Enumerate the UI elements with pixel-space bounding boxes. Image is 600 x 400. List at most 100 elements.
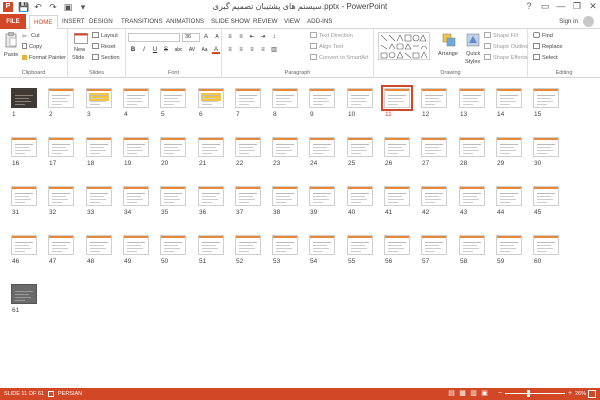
tab-slideshow[interactable]: SLIDE SHOW	[211, 16, 250, 27]
slide-thumbnail[interactable]	[48, 235, 74, 255]
align-text-button[interactable]: Align Text	[310, 43, 343, 51]
justify-icon[interactable]: ≡	[259, 46, 267, 54]
slide-thumbnail[interactable]	[86, 137, 112, 157]
slide-thumbnail[interactable]	[48, 186, 74, 206]
slide-thumbnail[interactable]	[459, 137, 485, 157]
slide-thumbnail[interactable]	[86, 88, 112, 108]
slide-thumbnail[interactable]	[272, 88, 298, 108]
slide-thumbnail[interactable]	[533, 88, 559, 108]
numbering-icon[interactable]: ≡	[237, 33, 245, 41]
slideshow-view-icon[interactable]: ▣	[481, 388, 488, 400]
avatar[interactable]	[583, 16, 594, 27]
slide-sorter-view-icon[interactable]: ▦	[459, 388, 466, 400]
paste-icon[interactable]	[5, 32, 17, 48]
font-size-combo[interactable]: 36	[182, 33, 200, 42]
copy-button[interactable]: Copy	[22, 43, 42, 51]
decrease-indent-icon[interactable]: ⇤	[248, 33, 256, 41]
tab-animations[interactable]: ANIMATIONS	[166, 16, 204, 27]
line-spacing-icon[interactable]: ↕	[270, 33, 278, 41]
slide-thumbnail[interactable]	[496, 137, 522, 157]
slide-thumbnail[interactable]	[496, 235, 522, 255]
columns-icon[interactable]: ▥	[270, 46, 278, 54]
replace-button[interactable]: Replace	[533, 43, 563, 51]
slide-thumbnail[interactable]	[198, 235, 224, 255]
tab-design[interactable]: DESIGN	[89, 16, 113, 27]
slide-thumbnail[interactable]	[48, 88, 74, 108]
align-left-icon[interactable]: ≡	[226, 46, 234, 54]
tab-transitions[interactable]: TRANSITIONS	[121, 16, 163, 27]
format-painter-button[interactable]: Format Painter	[22, 54, 66, 62]
select-button[interactable]: Select	[533, 54, 558, 62]
sign-in-link[interactable]: Sign in	[559, 16, 578, 27]
zoom-slider[interactable]	[505, 393, 565, 394]
align-center-icon[interactable]: ≡	[237, 46, 245, 54]
slide-thumbnail[interactable]	[272, 186, 298, 206]
tab-insert[interactable]: INSERT	[62, 16, 85, 27]
slide-thumbnail[interactable]	[123, 137, 149, 157]
slide-thumbnail[interactable]	[384, 137, 410, 157]
bold-button[interactable]: B	[129, 46, 137, 54]
slide-thumbnail[interactable]	[198, 186, 224, 206]
slide-thumbnail[interactable]	[272, 235, 298, 255]
new-slide-label-2[interactable]: Slide	[72, 54, 84, 62]
bullets-icon[interactable]: ≡	[226, 33, 234, 41]
slide-thumbnail[interactable]	[496, 186, 522, 206]
tab-view[interactable]: VIEW	[284, 16, 300, 27]
slide-thumbnail[interactable]	[48, 137, 74, 157]
new-slide-icon[interactable]	[74, 32, 88, 44]
slide-thumbnail[interactable]	[235, 186, 261, 206]
zoom-slider-thumb[interactable]	[527, 390, 530, 397]
quick-styles-label-2[interactable]: Styles	[465, 58, 480, 66]
shape-outline-button[interactable]: Shape Outline	[484, 43, 528, 51]
zoom-out-button[interactable]: −	[498, 388, 502, 400]
slide-thumbnail[interactable]	[309, 186, 335, 206]
slide-thumbnail[interactable]	[381, 85, 413, 111]
slide-sorter[interactable]: 1 2 3 4 5 6 7 8 9 10 11 12 13 14 15 16 17 18 19 20 21 22 23 24 2…	[0, 78, 600, 388]
slide-thumbnail[interactable]	[198, 88, 224, 108]
shapes-gallery[interactable]	[378, 32, 430, 60]
slide-thumbnail[interactable]	[123, 88, 149, 108]
slide-thumbnail[interactable]	[235, 137, 261, 157]
slide-thumbnail[interactable]	[235, 235, 261, 255]
slide-thumbnail[interactable]	[86, 186, 112, 206]
find-button[interactable]: Find	[533, 32, 553, 40]
fit-to-window-icon[interactable]	[588, 390, 596, 398]
slide-thumbnail[interactable]	[160, 235, 186, 255]
italic-button[interactable]: I	[140, 46, 148, 54]
slide-thumbnail[interactable]	[309, 88, 335, 108]
strikethrough-button[interactable]: S	[162, 46, 170, 54]
language-indicator[interactable]: PERSIAN	[58, 388, 82, 400]
reading-view-icon[interactable]: ▥	[470, 388, 477, 400]
slide-thumbnail[interactable]	[11, 284, 37, 304]
quick-styles-label[interactable]: Quick	[466, 50, 480, 58]
ribbon-display-icon[interactable]: ▭	[540, 0, 550, 13]
shape-effects-button[interactable]: Shape Effects	[484, 54, 528, 62]
tab-addins[interactable]: ADD-INS	[307, 16, 332, 27]
slide-thumbnail[interactable]	[11, 88, 37, 108]
slide-thumbnail[interactable]	[421, 88, 447, 108]
slide-thumbnail[interactable]	[160, 88, 186, 108]
slide-thumbnail[interactable]	[421, 186, 447, 206]
slide-thumbnail[interactable]	[347, 137, 373, 157]
slide-thumbnail[interactable]	[533, 186, 559, 206]
arrange-icon[interactable]	[442, 33, 456, 47]
slide-thumbnail[interactable]	[384, 235, 410, 255]
slide-thumbnail[interactable]	[347, 186, 373, 206]
slide-thumbnail[interactable]	[384, 186, 410, 206]
shrink-font-icon[interactable]: A	[213, 33, 221, 41]
slide-thumbnail[interactable]	[533, 235, 559, 255]
slide-thumbnail[interactable]	[347, 88, 373, 108]
new-slide-label[interactable]: New	[74, 46, 85, 54]
paste-button[interactable]: Paste	[4, 51, 18, 59]
tab-review[interactable]: REVIEW	[253, 16, 277, 27]
font-color-button[interactable]: A	[212, 46, 220, 54]
underline-button[interactable]: U	[151, 46, 159, 54]
shape-fill-button[interactable]: Shape Fill	[484, 32, 518, 40]
slide-thumbnail[interactable]	[533, 137, 559, 157]
quick-styles-icon[interactable]	[466, 33, 480, 47]
align-right-icon[interactable]: ≡	[248, 46, 256, 54]
close-icon[interactable]: ✕	[588, 0, 598, 13]
slide-thumbnail[interactable]	[86, 235, 112, 255]
slide-thumbnail[interactable]	[421, 137, 447, 157]
tab-file[interactable]: FILE	[0, 14, 26, 29]
